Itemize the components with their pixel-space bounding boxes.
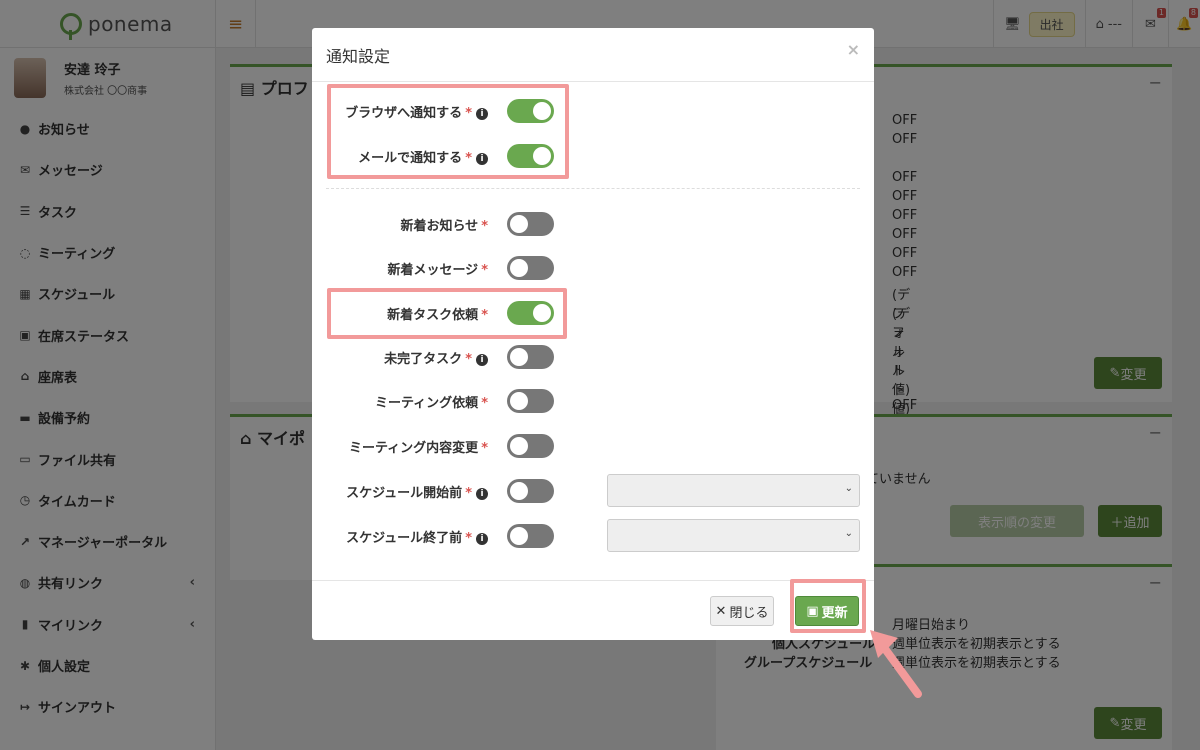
meeting-change-toggle[interactable]	[507, 434, 554, 458]
setting-row-schedule-start: スケジュール開始前 * i ⌄	[312, 474, 874, 508]
message-toggle[interactable]	[507, 256, 554, 280]
divider	[326, 188, 860, 189]
setting-row-incomplete-task: 未完了タスク * i	[312, 340, 874, 374]
schedule-end-toggle[interactable]	[507, 524, 554, 548]
info-icon[interactable]: i	[476, 353, 488, 366]
setting-row-news: 新着お知らせ *	[312, 207, 874, 241]
close-icon[interactable]: ×	[847, 40, 860, 59]
setting-label: 未完了タスク * i	[384, 348, 488, 367]
info-icon[interactable]: i	[476, 487, 488, 500]
setting-row-message: 新着メッセージ *	[312, 251, 874, 285]
info-icon[interactable]: i	[476, 532, 488, 545]
chevron-down-icon: ⌄	[844, 483, 853, 494]
setting-row-meeting-request: ミーティング依頼 *	[312, 384, 874, 418]
close-icon: ✕	[715, 603, 727, 619]
close-button[interactable]: ✕ 閉じる	[710, 596, 774, 626]
news-toggle[interactable]	[507, 212, 554, 236]
setting-label: 新着お知らせ *	[400, 219, 488, 234]
setting-label: スケジュール開始前 * i	[346, 482, 488, 501]
incomplete-task-toggle[interactable]	[507, 345, 554, 369]
setting-label: 新着メッセージ *	[387, 263, 488, 278]
modal-title: 通知設定	[326, 46, 391, 66]
setting-label: ミーティング内容変更 *	[348, 441, 488, 456]
meeting-request-toggle[interactable]	[507, 389, 554, 413]
highlight-box-task-request	[327, 288, 567, 339]
setting-row-schedule-end: スケジュール終了前 * i ⌄	[312, 519, 874, 553]
schedule-end-select[interactable]: ⌄	[607, 519, 860, 552]
chevron-down-icon: ⌄	[844, 528, 853, 539]
schedule-start-select[interactable]: ⌄	[607, 474, 860, 507]
setting-label: スケジュール終了前 * i	[346, 527, 488, 546]
pointer-arrow-icon	[870, 630, 922, 698]
schedule-start-toggle[interactable]	[507, 479, 554, 503]
modal-header: 通知設定 ×	[312, 28, 874, 82]
highlight-box-notify-methods	[327, 84, 569, 179]
highlight-box-update-button	[790, 579, 866, 633]
setting-row-meeting-change: ミーティング内容変更 *	[312, 429, 874, 463]
setting-label: ミーティング依頼 *	[374, 396, 488, 411]
